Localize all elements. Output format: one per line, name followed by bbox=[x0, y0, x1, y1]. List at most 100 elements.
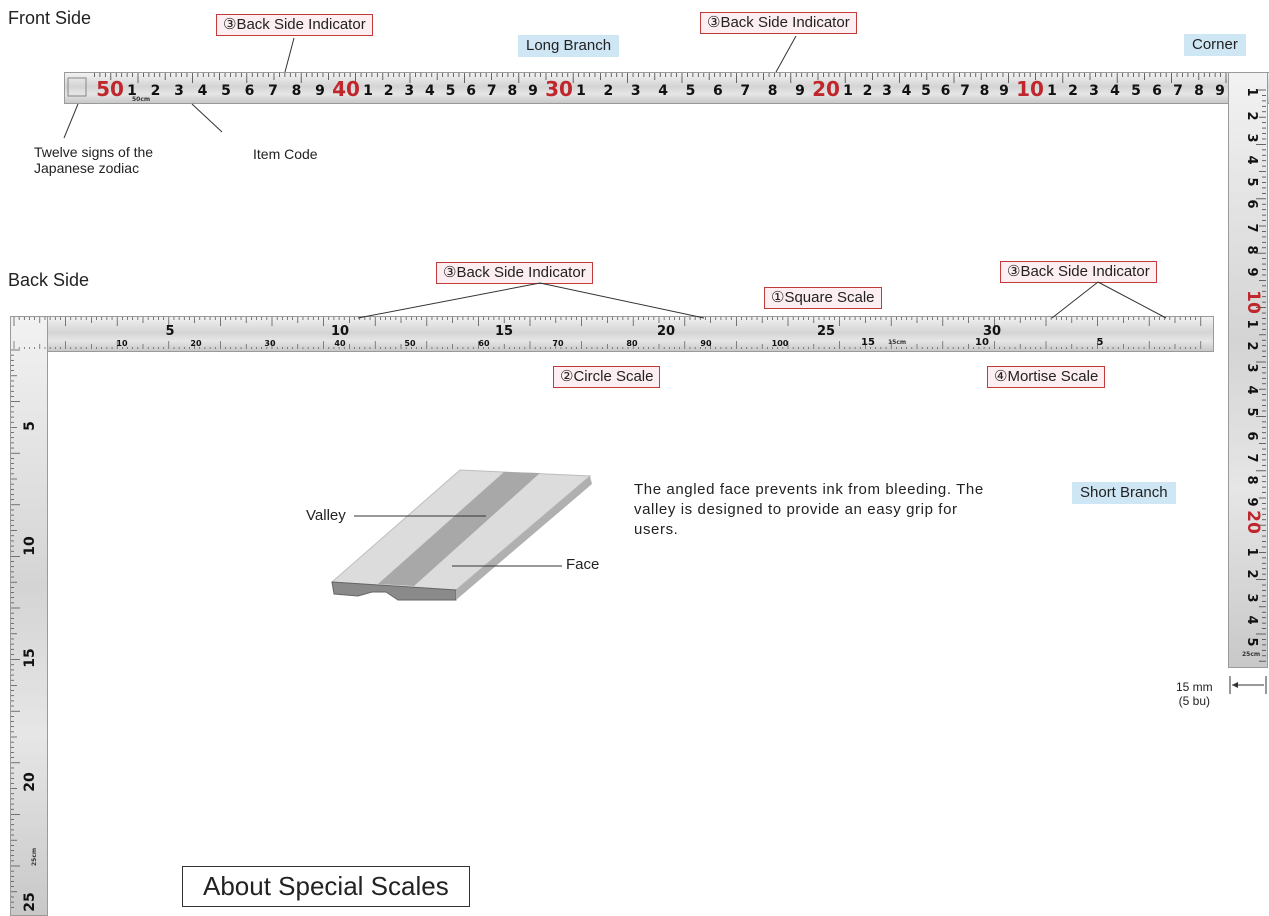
back-vertical-number: 5 bbox=[22, 421, 38, 431]
back-circle-number: 80 bbox=[626, 339, 638, 348]
back-circle-number: 100 bbox=[772, 339, 789, 348]
front-black-digit: 5 bbox=[221, 83, 231, 99]
front-black-digit: 9 bbox=[795, 83, 805, 99]
front-black-digit: 7 bbox=[1173, 83, 1183, 99]
leader-item-code bbox=[191, 103, 223, 133]
front-black-digit: 2 bbox=[604, 83, 614, 99]
front-short-number: 5 bbox=[1244, 637, 1259, 646]
width-dim-arrow bbox=[1232, 682, 1238, 688]
front-black-digit: 2 bbox=[863, 83, 873, 99]
leader-front-indicator-1 bbox=[284, 37, 295, 73]
front-black-digit: 7 bbox=[960, 83, 970, 99]
front-black-digit: 2 bbox=[1068, 83, 1078, 99]
front-red-number: 20 bbox=[812, 77, 840, 101]
back-vertical-number: 15 bbox=[22, 648, 38, 667]
front-short-number: 8 bbox=[1244, 245, 1259, 254]
front-black-digit: 4 bbox=[658, 83, 668, 99]
front-black-digit: 2 bbox=[151, 83, 161, 99]
back-top-number: 5 bbox=[165, 324, 174, 339]
front-black-digit: 2 bbox=[384, 83, 394, 99]
back-vertical-number: 25 bbox=[22, 892, 38, 911]
front-long-ticks bbox=[94, 73, 1227, 83]
front-short-number: 1 bbox=[1244, 87, 1259, 96]
front-black-digit: 6 bbox=[713, 83, 723, 99]
front-black-digit: 6 bbox=[245, 83, 255, 99]
front-short-number: 3 bbox=[1244, 593, 1259, 602]
front-black-digit: 5 bbox=[921, 83, 931, 99]
back-short-ticks bbox=[11, 349, 20, 908]
front-short-number: 1 bbox=[1244, 547, 1259, 556]
front-black-digit: 9 bbox=[315, 83, 325, 99]
back-circle-number: 30 bbox=[264, 339, 276, 348]
leader-back-indicator-1b bbox=[539, 282, 705, 319]
front-short-number: 3 bbox=[1244, 133, 1259, 142]
front-short-number: 4 bbox=[1244, 155, 1259, 164]
front-black-digit: 5 bbox=[1131, 83, 1141, 99]
front-black-digit: 8 bbox=[1194, 83, 1204, 99]
front-black-digit: 6 bbox=[1152, 83, 1162, 99]
leader-zodiac bbox=[63, 103, 79, 139]
front-black-digit: 4 bbox=[902, 83, 912, 99]
front-black-digit: 8 bbox=[292, 83, 302, 99]
back-top-number: 15 bbox=[495, 324, 513, 339]
front-black-digit: 7 bbox=[487, 83, 497, 99]
front-black-digit: 4 bbox=[198, 83, 208, 99]
front-black-digit: 8 bbox=[508, 83, 518, 99]
front-black-digit: 6 bbox=[941, 83, 951, 99]
back-top-number: 10 bbox=[331, 324, 349, 339]
back-mortise-number: 10 bbox=[975, 337, 989, 348]
zodiac-mark-icon bbox=[67, 77, 87, 97]
front-short-number: 9 bbox=[1244, 267, 1259, 276]
front-short-number: 6 bbox=[1244, 199, 1259, 208]
front-black-digit: 6 bbox=[466, 83, 476, 99]
front-black-digit: 5 bbox=[446, 83, 456, 99]
front-short-number: 5 bbox=[1244, 177, 1259, 186]
back-vertical-number: 20 bbox=[22, 772, 38, 792]
front-black-digit: 1 bbox=[576, 83, 586, 99]
front-50cm-text: 50cm bbox=[132, 96, 150, 103]
back-circle-number: 10 bbox=[116, 339, 128, 348]
front-short-number: 1 bbox=[1244, 319, 1259, 328]
back-long-numbers: 5 10 15 20 25 3010 20 30 40 50 60 70 80 90 100 15 10 515c… bbox=[116, 324, 1103, 348]
back-circle-number: 70 bbox=[552, 339, 564, 348]
back-vertical-number: 10 bbox=[22, 536, 38, 556]
back-circle-number: 50 bbox=[404, 339, 416, 348]
front-short-number: 7 bbox=[1244, 223, 1259, 232]
front-black-digit: 8 bbox=[980, 83, 990, 99]
back-circle-number: 60 bbox=[478, 339, 490, 348]
front-long-numbers: 1020304050 987654321987654321987654321987… bbox=[96, 77, 1225, 103]
front-short-number: 2 bbox=[1244, 341, 1259, 350]
cross-section-illustration bbox=[330, 469, 592, 601]
leader-back-indicator-2a bbox=[1051, 281, 1099, 319]
back-mortise-number: 15 bbox=[861, 337, 875, 348]
back-circle-number: 20 bbox=[190, 339, 202, 348]
front-black-digit: 9 bbox=[528, 83, 538, 99]
front-short-number: 4 bbox=[1244, 615, 1259, 624]
front-short-number: 4 bbox=[1244, 385, 1259, 394]
front-black-digit: 9 bbox=[999, 83, 1009, 99]
front-red-number: 50 bbox=[96, 77, 124, 101]
front-black-digit: 3 bbox=[631, 83, 641, 99]
front-short-number: 20 bbox=[1243, 510, 1263, 534]
front-black-digit: 9 bbox=[1215, 83, 1225, 99]
front-red-number: 40 bbox=[332, 77, 360, 101]
front-short-number: 2 bbox=[1244, 569, 1259, 578]
back-top-number: 20 bbox=[657, 324, 675, 339]
front-short-number: 6 bbox=[1244, 431, 1259, 440]
front-black-digit: 5 bbox=[686, 83, 696, 99]
front-black-digit: 8 bbox=[768, 83, 778, 99]
front-short-number: 5 bbox=[1244, 407, 1259, 416]
front-short-number: 10 bbox=[1243, 290, 1263, 314]
front-black-digit: 3 bbox=[174, 83, 184, 99]
front-red-number: 10 bbox=[1016, 77, 1044, 101]
front-25cm-text: 25cm bbox=[1242, 651, 1260, 658]
leader-back-indicator-2b bbox=[1097, 281, 1167, 319]
front-black-digit: 3 bbox=[882, 83, 892, 99]
back-15cm-text: 15cm bbox=[888, 339, 906, 346]
back-mortise-number: 5 bbox=[1097, 337, 1104, 348]
front-black-digit: 1 bbox=[1047, 83, 1057, 99]
front-short-number: 8 bbox=[1244, 475, 1259, 484]
front-black-digit: 4 bbox=[425, 83, 435, 99]
front-black-digit: 7 bbox=[268, 83, 278, 99]
front-black-digit: 4 bbox=[1110, 83, 1120, 99]
